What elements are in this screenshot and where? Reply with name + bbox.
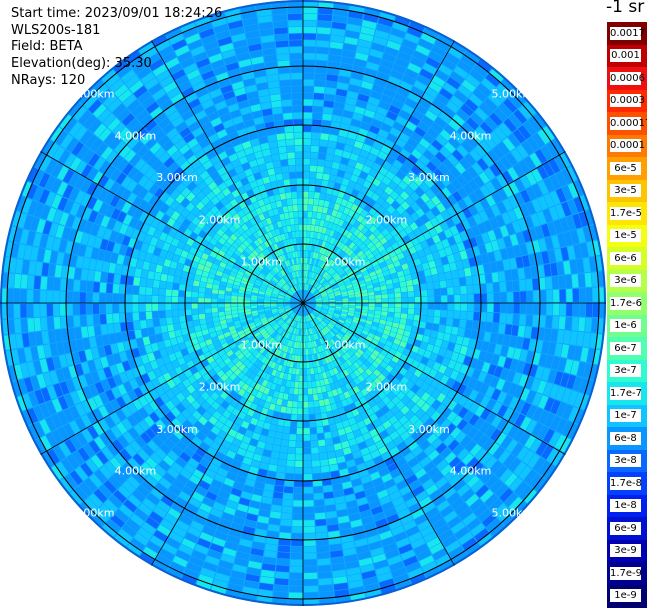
colorbar-tick-label: 1.7e-7 [610, 386, 643, 400]
colorbar-tick-label: 1.7e-8 [610, 476, 643, 490]
instrument-text: WLS200s-181 [11, 22, 101, 38]
colorbar-tick-label: 0.0003 [610, 94, 645, 108]
colorbar-tick-label: 6e-8 [610, 431, 641, 445]
ppi-scan-plot: 1.00km 1.00km 1.00km 1.00km 2.00km 2.00km 2.00… [0, 0, 606, 606]
colorbar-tick-label: 6e-9 [610, 521, 641, 535]
range-ring-label: 4.00km [450, 465, 492, 478]
range-ring-label: 3.00km [408, 171, 450, 184]
colorbar-tick-label: 3e-5 [610, 184, 641, 198]
colorbar-tick-label: 1e-6 [610, 319, 641, 333]
range-ring-label: 5.00km [73, 506, 115, 519]
start-time-text: Start time: 2023/09/01 18:24:26 [11, 6, 223, 21]
colorbar-tick-label: 0.00017 [610, 116, 647, 130]
colorbar-tick-label: 3e-8 [610, 454, 641, 468]
colorbar-unit-title: -1 sr [606, 0, 645, 17]
range-ring-label: 2.00km [199, 214, 241, 227]
scan-info-panel: Start time: 2023/09/01 18:24:26 WLS200s-… [11, 6, 222, 90]
colorbar-tick-label: 0.0006 [610, 71, 645, 85]
range-ring-label: 1.00km [324, 339, 366, 352]
range-ring-label: 4.00km [115, 129, 157, 142]
range-ring-label: 2.00km [366, 380, 408, 393]
colorbar-tick-label: 1.7e-5 [610, 206, 643, 220]
range-ring-label: 2.00km [199, 380, 241, 393]
range-ring-label: 1.00km [241, 255, 283, 268]
colorbar-tick-label: 1e-8 [610, 499, 641, 513]
colorbar-tick-label: 3e-6 [610, 274, 641, 288]
colorbar-tick-label: 0.001 [610, 49, 641, 63]
colorbar-tick-label: 6e-5 [610, 161, 641, 175]
range-ring-label: 1.00km [241, 339, 283, 352]
colorbar-tick-label: 0.0001 [610, 139, 645, 153]
colorbar-tick-label: 3e-7 [610, 364, 641, 378]
colorbar-legend: 0.0017 0.001 0.0006 0.0003 0.00017 0.0001 6e-5… [607, 22, 647, 608]
range-ring-label: 1.00km [324, 255, 366, 268]
range-ring-label: 5.00km [492, 88, 534, 101]
colorbar-tick-label: 0.0017 [610, 26, 645, 40]
elevation-text: Elevation(deg): 35.30 [11, 55, 152, 71]
range-ring-label: 4.00km [450, 129, 492, 142]
range-ring-label: 2.00km [366, 214, 408, 227]
colorbar-tick-label: 6e-6 [610, 251, 641, 265]
range-ring-label: 5.00km [492, 506, 534, 519]
range-ring-label: 4.00km [115, 465, 157, 478]
colorbar-tick-label: 1e-7 [610, 409, 641, 423]
range-ring-label: 5.00km [73, 88, 115, 101]
colorbar-tick-label: 1.7e-9 [610, 566, 643, 580]
colorbar-tick-label: 1e-5 [610, 229, 641, 243]
range-ring-label: 3.00km [408, 423, 450, 436]
colorbar-tick-label: 6e-7 [610, 341, 641, 355]
field-text: Field: BETA [11, 39, 83, 54]
colorbar-tick-label: 1e-9 [610, 589, 641, 603]
nrays-text: NRays: 120 [11, 73, 86, 88]
colorbar-tick-label: 3e-9 [610, 544, 641, 558]
colorbar-tick-label: 1.7e-6 [610, 296, 643, 310]
range-ring-label: 3.00km [156, 171, 198, 184]
range-ring-label: 3.00km [156, 423, 198, 436]
